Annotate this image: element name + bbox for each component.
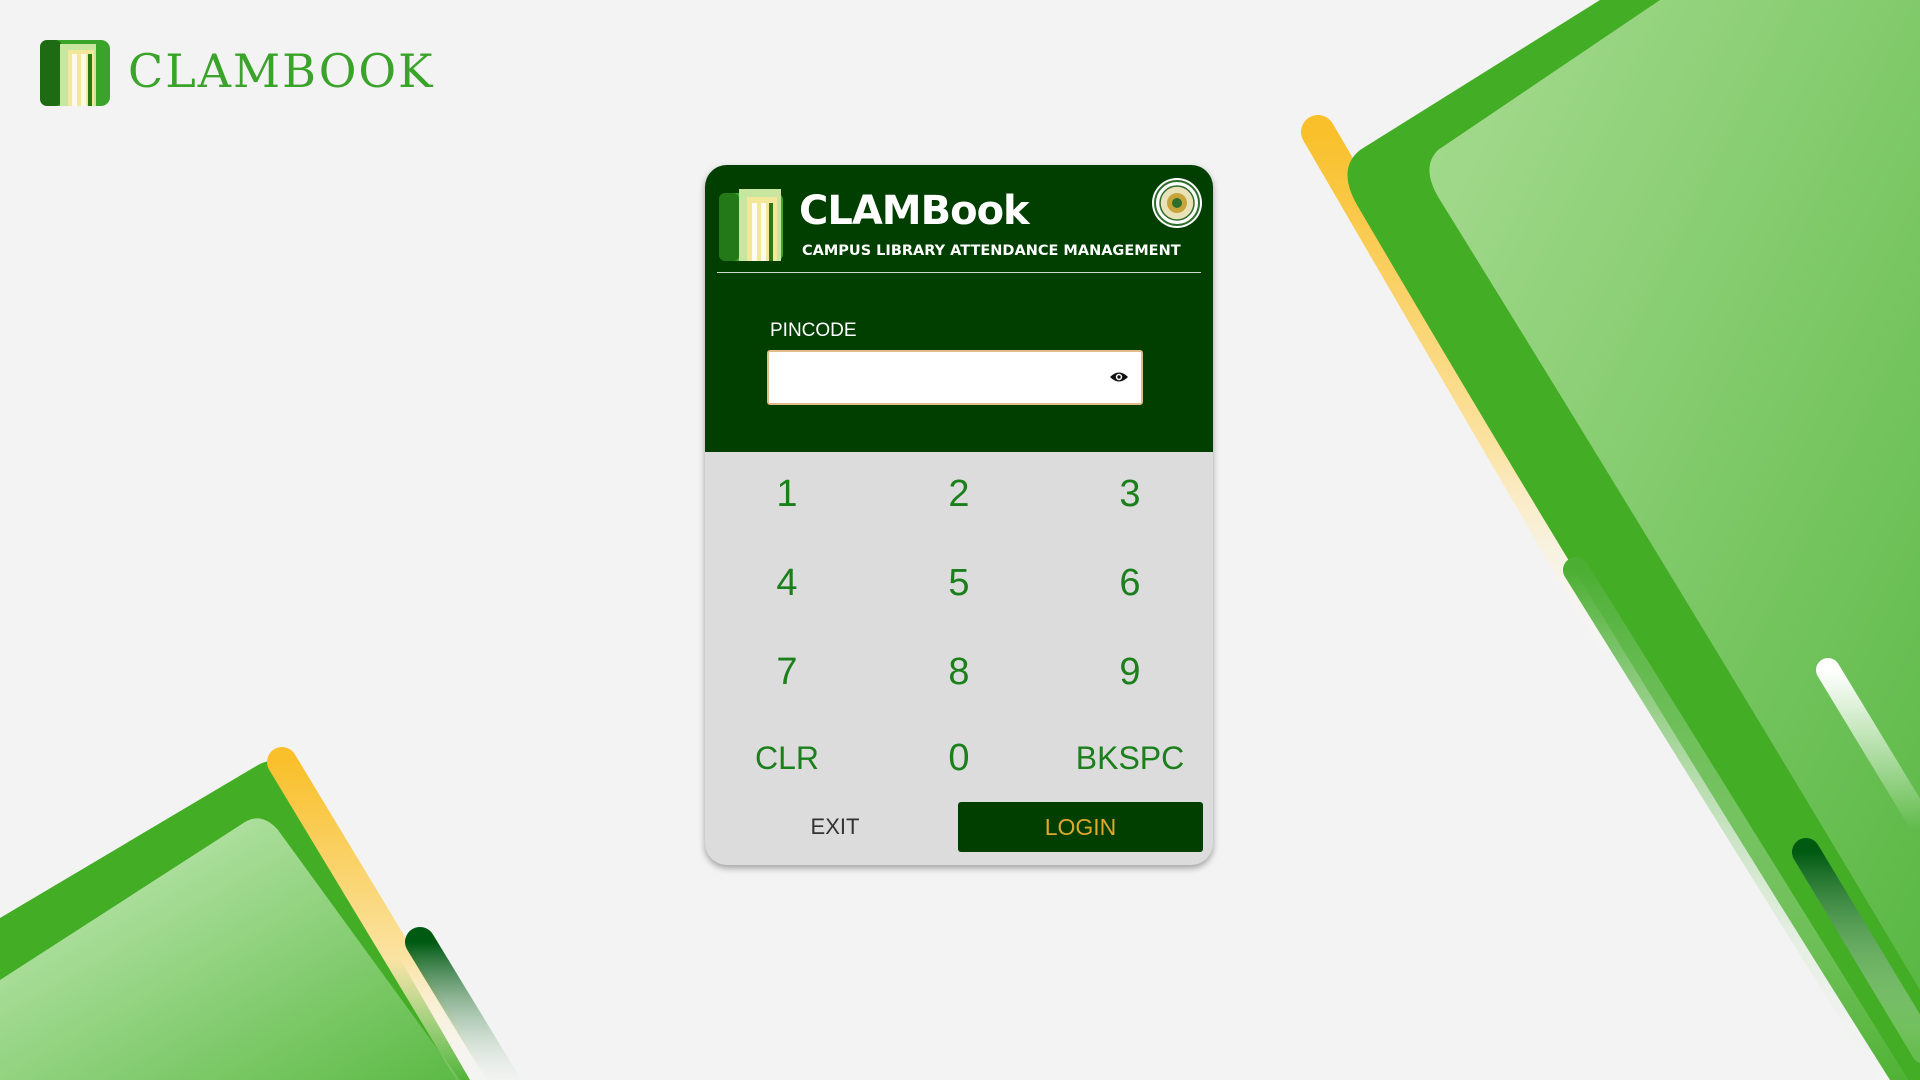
exit-button[interactable]: EXIT bbox=[725, 802, 945, 852]
pincode-label: PINCODE bbox=[770, 320, 857, 341]
school-seal-icon bbox=[1152, 178, 1202, 228]
books-logo-icon bbox=[719, 189, 783, 261]
card-subtitle: CAMPUS LIBRARY ATTENDANCE MANAGEMENT bbox=[802, 243, 1181, 259]
key-2[interactable]: 2 bbox=[879, 461, 1039, 527]
header-divider bbox=[717, 272, 1201, 273]
books-logo-icon bbox=[40, 40, 110, 106]
card-header: CLAMBook CAMPUS LIBRARY ATTENDANCE MANAG… bbox=[705, 165, 1213, 452]
backspace-button[interactable]: BKSPC bbox=[1050, 725, 1210, 791]
pincode-field bbox=[767, 350, 1143, 405]
login-button[interactable]: LOGIN bbox=[958, 802, 1203, 852]
clear-button[interactable]: CLR bbox=[707, 725, 867, 791]
key-4[interactable]: 4 bbox=[707, 550, 867, 616]
key-6[interactable]: 6 bbox=[1050, 550, 1210, 616]
key-7[interactable]: 7 bbox=[707, 639, 867, 705]
key-0[interactable]: 0 bbox=[879, 725, 1039, 791]
key-8[interactable]: 8 bbox=[879, 639, 1039, 705]
eye-icon[interactable] bbox=[1109, 370, 1129, 384]
pincode-input[interactable] bbox=[777, 360, 1101, 398]
login-card: CLAMBook CAMPUS LIBRARY ATTENDANCE MANAG… bbox=[705, 165, 1213, 865]
app-brand: CLAMBOOK bbox=[38, 34, 435, 108]
key-5[interactable]: 5 bbox=[879, 550, 1039, 616]
key-9[interactable]: 9 bbox=[1050, 639, 1210, 705]
key-3[interactable]: 3 bbox=[1050, 461, 1210, 527]
card-title: CLAMBook bbox=[799, 188, 1030, 234]
brand-name: CLAMBOOK bbox=[128, 44, 435, 98]
key-1[interactable]: 1 bbox=[707, 461, 867, 527]
